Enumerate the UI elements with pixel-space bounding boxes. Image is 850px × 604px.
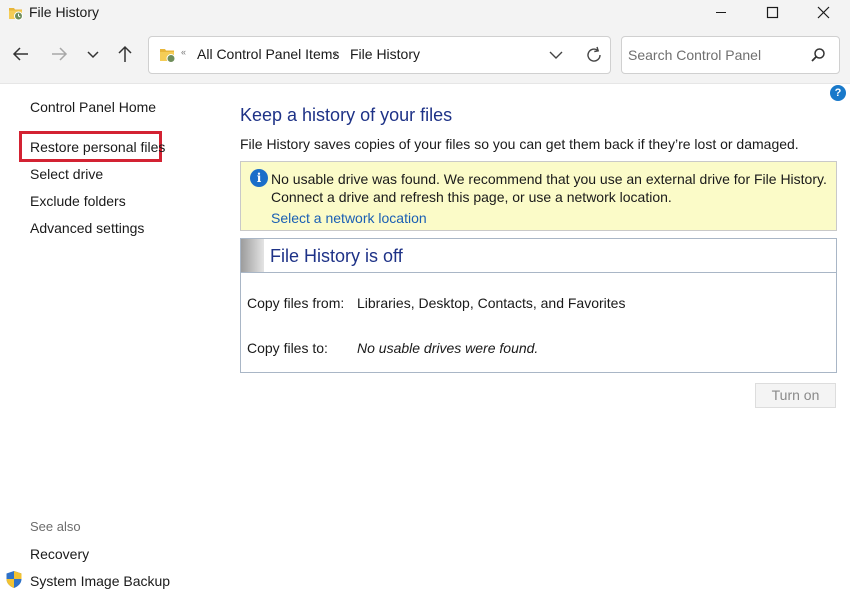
sidebar-item-restore-personal-files[interactable]: Restore personal files bbox=[30, 139, 165, 155]
control-panel-icon bbox=[160, 49, 176, 63]
copy-to-value: No usable drives were found. bbox=[357, 340, 539, 356]
shield-icon bbox=[6, 571, 22, 588]
sidebar-item-exclude-folders[interactable]: Exclude folders bbox=[30, 193, 126, 209]
chevron-down-icon[interactable] bbox=[547, 46, 565, 64]
page-description: File History saves copies of your files … bbox=[240, 136, 799, 152]
close-button[interactable] bbox=[800, 0, 846, 26]
info-message-line-1: No usable drive was found. We recommend … bbox=[271, 171, 827, 187]
breadcrumb-separator[interactable]: › bbox=[333, 46, 337, 61]
copy-to-label: Copy files to: bbox=[247, 340, 328, 356]
search-input[interactable] bbox=[628, 45, 808, 65]
minimize-button[interactable] bbox=[698, 0, 744, 26]
forward-arrow-icon[interactable] bbox=[46, 40, 72, 68]
file-history-status-panel: File History is off Copy files from: Lib… bbox=[240, 238, 837, 373]
copy-from-value: Libraries, Desktop, Contacts, and Favori… bbox=[357, 295, 626, 311]
page-title: Keep a history of your files bbox=[240, 105, 453, 125]
search-box[interactable] bbox=[621, 36, 840, 74]
window-title: File History bbox=[29, 4, 100, 20]
navigation-bar: « All Control Panel Items › File History bbox=[0, 26, 850, 84]
breadcrumb-all-control-panel-items[interactable]: All Control Panel Items bbox=[197, 46, 339, 62]
turn-on-button[interactable]: Turn on bbox=[755, 383, 836, 408]
sidebar-item-control-panel-home[interactable]: Control Panel Home bbox=[30, 99, 156, 115]
see-also-heading: See also bbox=[30, 519, 81, 534]
sidebar-item-recovery[interactable]: Recovery bbox=[30, 546, 89, 562]
title-bar: File History bbox=[0, 0, 850, 26]
status-indicator-bar bbox=[241, 239, 264, 272]
breadcrumb-overflow[interactable]: « bbox=[181, 47, 186, 57]
address-bar[interactable]: « All Control Panel Items › File History bbox=[148, 36, 611, 74]
up-arrow-icon[interactable] bbox=[112, 40, 138, 68]
select-network-location-link[interactable]: Select a network location bbox=[271, 210, 427, 226]
help-icon[interactable]: ? bbox=[830, 85, 846, 101]
info-icon: i bbox=[250, 169, 268, 187]
status-header: File History is off bbox=[241, 239, 836, 273]
file-history-status: File History is off bbox=[270, 246, 403, 266]
search-icon[interactable] bbox=[810, 47, 826, 63]
copy-from-label: Copy files from: bbox=[247, 295, 345, 311]
maximize-button[interactable] bbox=[749, 0, 795, 26]
refresh-icon[interactable] bbox=[583, 44, 605, 66]
breadcrumb-file-history[interactable]: File History bbox=[350, 46, 420, 62]
sidebar-item-system-image-backup[interactable]: System Image Backup bbox=[30, 573, 170, 589]
no-drive-info-banner: i No usable drive was found. We recommen… bbox=[240, 161, 837, 231]
back-arrow-icon[interactable] bbox=[8, 40, 34, 68]
chevron-down-icon[interactable] bbox=[80, 40, 106, 68]
info-message-line-2: Connect a drive and refresh this page, o… bbox=[271, 189, 672, 205]
sidebar-item-select-drive[interactable]: Select drive bbox=[30, 166, 103, 182]
sidebar-item-advanced-settings[interactable]: Advanced settings bbox=[30, 220, 144, 236]
file-history-icon bbox=[9, 8, 23, 21]
